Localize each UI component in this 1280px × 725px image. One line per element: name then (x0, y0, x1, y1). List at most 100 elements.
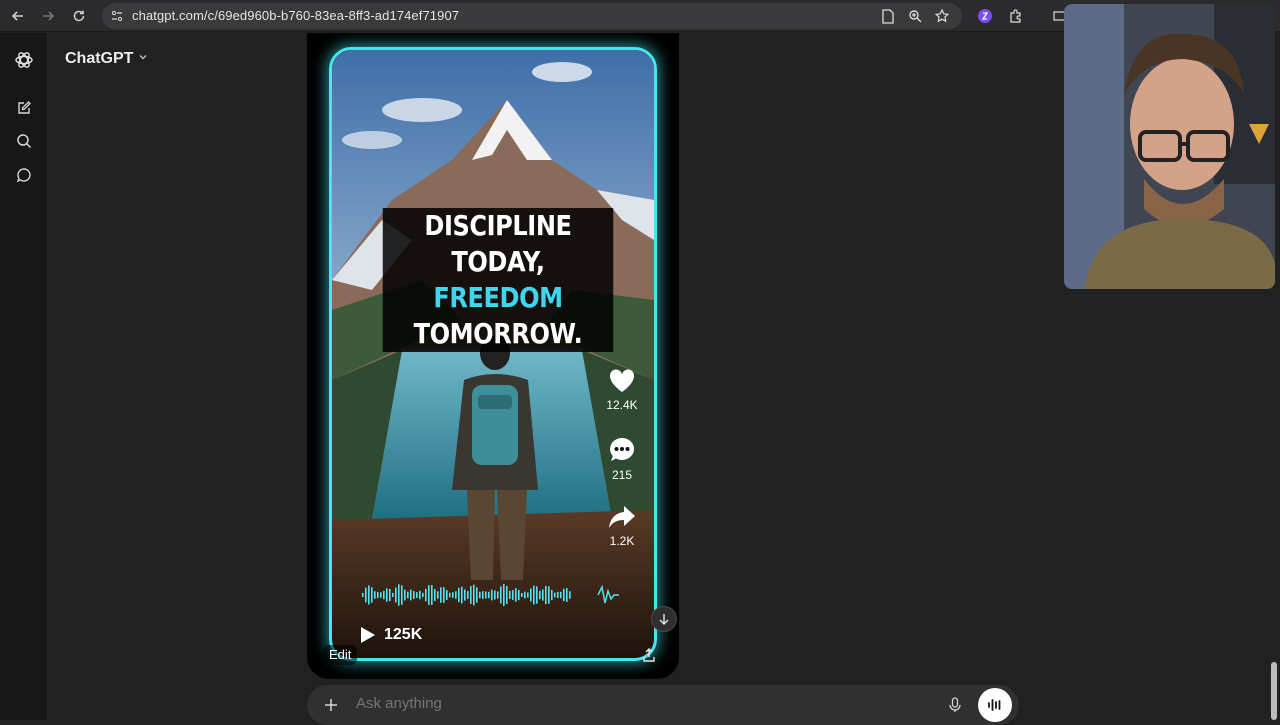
share-action[interactable]: 1.2K (602, 504, 642, 548)
waveform-bar (440, 587, 442, 603)
waveform-bar (539, 590, 541, 600)
waveform-bar (389, 588, 391, 602)
waveform-bar (512, 590, 514, 600)
waveform-mini-icon (597, 584, 619, 604)
search-icon[interactable] (13, 130, 35, 152)
extensions-puzzle-icon[interactable] (1006, 6, 1026, 26)
new-chat-icon[interactable] (13, 97, 35, 119)
waveform-bar (494, 590, 496, 600)
waveform-bar (560, 591, 562, 599)
chat-bubble-icon[interactable] (13, 164, 35, 186)
arrow-down-icon (659, 614, 669, 625)
waveform-bar (500, 586, 502, 604)
page-icon[interactable] (878, 6, 898, 26)
plus-icon (325, 699, 337, 711)
waveform-bar (467, 591, 469, 599)
waveform-bar (548, 586, 550, 604)
waveform-bar (461, 586, 463, 604)
waveform-bar (554, 592, 556, 598)
waveform-bar (449, 592, 451, 598)
forward-icon[interactable] (38, 6, 58, 26)
upload-share-button[interactable] (637, 643, 661, 667)
waveform-bar (419, 590, 421, 600)
waveform-bar (437, 591, 439, 599)
waveform-bar (497, 591, 499, 599)
waveform-bar (407, 591, 409, 599)
waveform-bar (479, 591, 481, 599)
reload-icon[interactable] (69, 6, 89, 26)
waveform-bar (452, 592, 454, 598)
waveform-bar (485, 591, 487, 599)
waveform-bar (518, 589, 520, 601)
bookmark-star-icon[interactable] (932, 6, 952, 26)
waveform-bar (428, 585, 430, 605)
like-count: 12.4K (606, 398, 638, 412)
waveform-bar (569, 591, 571, 599)
prompt-input[interactable] (356, 695, 916, 712)
waveform-bar (551, 589, 553, 601)
waveform-bar (431, 585, 433, 605)
presenter-webcam-image (1064, 4, 1275, 289)
waveform-bar (515, 588, 517, 602)
waveform-bar (386, 588, 388, 602)
like-action[interactable]: 12.4K (602, 368, 642, 412)
dictate-button[interactable] (945, 695, 965, 715)
waveform-bar (536, 586, 538, 604)
composer (307, 685, 1019, 725)
waveform-bar (425, 588, 427, 602)
generated-video-card[interactable]: DISCIPLINE TODAY, FREEDOM TOMORROW. 12.4… (307, 33, 679, 679)
view-count-value: 125K (384, 626, 423, 643)
waveform-bar (482, 591, 484, 599)
view-count: 125K (360, 626, 422, 644)
waveform-bar (455, 591, 457, 599)
headline-line-2: FREEDOM TOMORROW. (382, 280, 614, 352)
comment-count: 215 (611, 468, 633, 482)
waveform-bar (392, 592, 394, 598)
waveform-bar (458, 587, 460, 603)
waveform-bar (476, 587, 478, 603)
play-icon[interactable] (360, 626, 376, 644)
model-switcher[interactable]: ChatGPT (65, 50, 149, 68)
waveform-bar (401, 585, 403, 605)
page-scrollbar[interactable] (1271, 662, 1277, 720)
waveform-bar (446, 590, 448, 600)
zoom-icon[interactable] (905, 6, 925, 26)
waveform-bar (470, 586, 472, 604)
waveform-bar (533, 585, 535, 605)
headline-line-1: DISCIPLINE TODAY, (382, 208, 614, 280)
waveform-bar (491, 589, 493, 601)
address-bar[interactable]: chatgpt.com/c/69ed960b-b760-83ea-8ff3-ad… (102, 3, 962, 29)
webcam-overlay (1064, 4, 1275, 289)
voice-waveform-icon (988, 699, 1001, 711)
waveform-bar (464, 589, 466, 601)
add-attachment-button[interactable] (321, 695, 341, 715)
video-frame[interactable]: DISCIPLINE TODAY, FREEDOM TOMORROW. 12.4… (329, 47, 657, 661)
waveform-bar (383, 590, 385, 600)
waveform-bar (380, 592, 382, 598)
waveform-bar (368, 585, 370, 605)
extension-avatar-icon[interactable] (975, 6, 995, 26)
comment-bubble-icon (610, 437, 635, 461)
waveform-bar (527, 592, 529, 598)
sidebar (0, 33, 48, 720)
waveform-bar (371, 587, 373, 603)
waveform-bar (377, 591, 379, 599)
waveform-bar (395, 587, 397, 603)
waveform-bar (398, 584, 400, 606)
comment-action[interactable]: 215 (602, 436, 642, 482)
edit-button[interactable]: Edit (323, 645, 358, 665)
waveform-bar (362, 593, 364, 597)
chevron-down-icon (137, 50, 149, 68)
audio-waveform (362, 584, 619, 606)
waveform-bar (365, 587, 367, 603)
voice-mode-button[interactable] (978, 688, 1012, 722)
microphone-icon (949, 697, 961, 712)
site-info-icon[interactable] (110, 9, 124, 23)
waveform-bar (410, 589, 412, 601)
back-icon[interactable] (8, 6, 28, 26)
waveform-bar (521, 592, 523, 598)
scroll-to-bottom-button[interactable] (651, 606, 677, 632)
waveform-bar (530, 588, 532, 602)
openai-logo-icon[interactable] (13, 49, 35, 71)
waveform-bar (557, 591, 559, 599)
